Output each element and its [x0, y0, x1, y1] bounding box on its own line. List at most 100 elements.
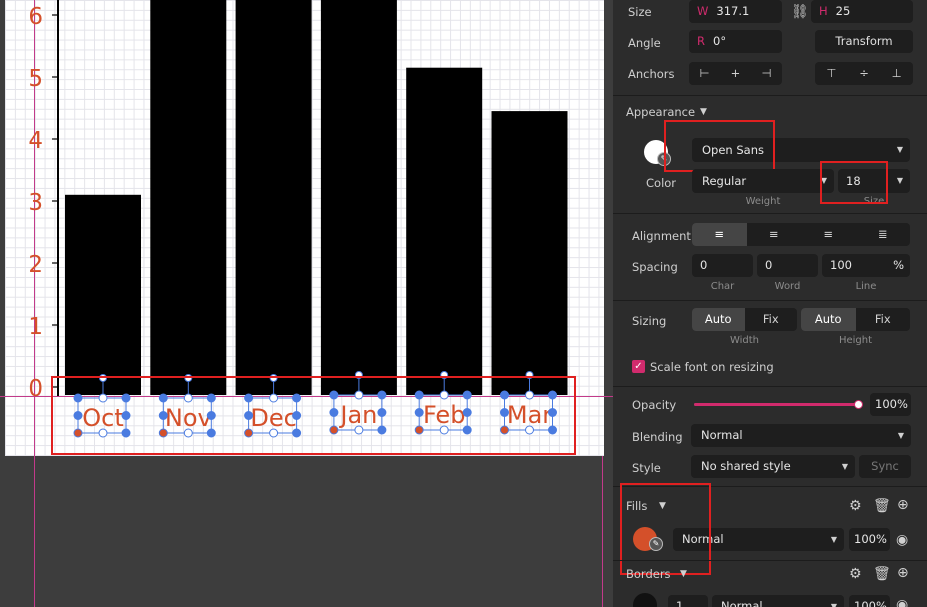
- width-auto-option[interactable]: Auto: [692, 308, 745, 331]
- resize-handle[interactable]: [500, 390, 509, 400]
- rotate-handle[interactable]: [269, 374, 278, 382]
- category-label-oct[interactable]: Oct: [82, 404, 124, 432]
- shared-style-select[interactable]: No shared style ▼: [691, 455, 855, 478]
- sync-button[interactable]: Sync: [859, 455, 911, 478]
- resize-handle[interactable]: [244, 411, 254, 420]
- resize-handle[interactable]: [269, 393, 279, 403]
- resize-handle[interactable]: [329, 408, 339, 417]
- border-thickness-field[interactable]: 1: [668, 595, 708, 607]
- eye-icon[interactable]: ◉: [896, 597, 908, 607]
- borders-dropdown-icon[interactable]: ▼: [680, 566, 687, 582]
- anchor-top-icon[interactable]: ⊤: [815, 62, 848, 85]
- resize-handle[interactable]: [98, 393, 108, 403]
- bar-chart[interactable]: 0 1 2 3 4 5 6 Oct Nov Dec Jan Feb Mar: [0, 0, 613, 607]
- resize-handle[interactable]: [244, 393, 254, 403]
- line-height-field[interactable]: 100%: [822, 254, 910, 277]
- resize-handle[interactable]: [158, 411, 168, 420]
- link-icon[interactable]: ⛓: [791, 4, 809, 20]
- appearance-dropdown-icon[interactable]: ▼: [700, 104, 707, 120]
- category-label-dec[interactable]: Dec: [250, 404, 296, 432]
- resize-handle[interactable]: [525, 425, 534, 435]
- width-fix-option[interactable]: Fix: [745, 308, 798, 331]
- resize-handle[interactable]: [548, 425, 557, 435]
- rotate-handle[interactable]: [99, 374, 107, 382]
- resize-handle[interactable]: [439, 390, 449, 400]
- fill-picker-icon[interactable]: ✎: [649, 537, 663, 551]
- resize-handle[interactable]: [183, 428, 193, 438]
- resize-handle[interactable]: [121, 393, 131, 403]
- font-family-select[interactable]: Open Sans ▼: [692, 138, 910, 162]
- borders-header[interactable]: Borders: [626, 567, 671, 581]
- anchor-center-v-icon[interactable]: ÷: [848, 62, 881, 85]
- category-label-jan[interactable]: Jan: [338, 401, 377, 429]
- opacity-slider-track[interactable]: [694, 400, 863, 409]
- trash-icon[interactable]: 🗑: [873, 566, 891, 582]
- resize-handle[interactable]: [414, 425, 424, 435]
- chart-bar-dec[interactable]: [235, 0, 312, 395]
- resize-handle[interactable]: [548, 390, 557, 400]
- font-weight-select[interactable]: Regular ▼: [692, 169, 834, 193]
- fill-blend-select[interactable]: Normal ▼: [673, 528, 844, 551]
- resize-handle[interactable]: [121, 411, 131, 420]
- add-fill-icon[interactable]: ⊕: [897, 497, 909, 513]
- resize-handle[interactable]: [269, 428, 279, 438]
- resize-handle[interactable]: [414, 390, 424, 400]
- resize-handle[interactable]: [158, 393, 168, 403]
- resize-handle[interactable]: [414, 408, 424, 417]
- anchor-right-icon[interactable]: ⊣: [751, 62, 782, 85]
- resize-handle[interactable]: [183, 393, 193, 403]
- transform-button[interactable]: Transform: [815, 30, 913, 53]
- resize-handle[interactable]: [377, 390, 387, 400]
- color-picker-icon[interactable]: ✎: [657, 152, 671, 166]
- resize-handle[interactable]: [377, 425, 387, 435]
- border-color-swatch[interactable]: [633, 593, 657, 607]
- font-size-field[interactable]: 18 ▼: [838, 169, 910, 193]
- resize-handle[interactable]: [206, 411, 216, 420]
- border-settings-icon[interactable]: ⚙: [849, 566, 862, 582]
- rotate-handle[interactable]: [525, 371, 534, 379]
- resize-handle[interactable]: [377, 408, 387, 417]
- resize-handle[interactable]: [73, 428, 83, 438]
- align-justify-icon[interactable]: ≣: [856, 223, 911, 246]
- resize-handle[interactable]: [525, 390, 534, 400]
- category-label-mar[interactable]: Mar: [507, 401, 552, 429]
- resize-handle[interactable]: [121, 428, 131, 438]
- resize-handle[interactable]: [292, 428, 302, 438]
- anchor-center-h-icon[interactable]: +: [720, 62, 751, 85]
- blending-select[interactable]: Normal ▼: [691, 424, 911, 447]
- chart-bar-mar[interactable]: [491, 111, 568, 395]
- resize-handle[interactable]: [548, 408, 557, 417]
- anchor-left-icon[interactable]: ⊢: [689, 62, 720, 85]
- fill-settings-icon[interactable]: ⚙: [849, 498, 862, 514]
- resize-handle[interactable]: [500, 408, 509, 417]
- height-auto-option[interactable]: Auto: [801, 308, 856, 331]
- align-right-icon[interactable]: ≡: [801, 223, 856, 246]
- resize-handle[interactable]: [292, 393, 302, 403]
- char-spacing-field[interactable]: 0: [692, 254, 753, 277]
- resize-handle[interactable]: [329, 390, 339, 400]
- vertical-anchors[interactable]: ⊤ ÷ ⊥: [815, 62, 913, 85]
- word-spacing-field[interactable]: 0: [757, 254, 818, 277]
- resize-handle[interactable]: [500, 425, 509, 435]
- resize-handle[interactable]: [158, 428, 168, 438]
- fill-opacity-field[interactable]: 100%: [849, 528, 890, 551]
- rotate-handle[interactable]: [184, 374, 193, 382]
- scale-font-checkbox[interactable]: ✓: [632, 360, 645, 373]
- category-label-feb[interactable]: Feb: [423, 401, 466, 429]
- appearance-header[interactable]: Appearance: [626, 105, 695, 119]
- align-left-icon[interactable]: ≡: [692, 223, 747, 246]
- resize-handle[interactable]: [244, 428, 254, 438]
- resize-handle[interactable]: [439, 425, 449, 435]
- height-field[interactable]: H 25: [811, 0, 913, 23]
- width-field[interactable]: W 317.1: [689, 0, 782, 23]
- opacity-slider-handle[interactable]: [854, 400, 863, 409]
- chart-bar-oct[interactable]: [65, 194, 141, 395]
- category-label-nov[interactable]: Nov: [165, 404, 212, 432]
- resize-handle[interactable]: [462, 425, 472, 435]
- chart-bar-nov[interactable]: [150, 0, 227, 395]
- horizontal-anchors[interactable]: ⊢ + ⊣: [689, 62, 782, 85]
- border-blend-select[interactable]: Normal ▼: [712, 595, 844, 607]
- border-opacity-field[interactable]: 100%: [849, 595, 890, 607]
- resize-handle[interactable]: [462, 390, 472, 400]
- height-sizing-toggle[interactable]: Auto Fix: [801, 308, 910, 331]
